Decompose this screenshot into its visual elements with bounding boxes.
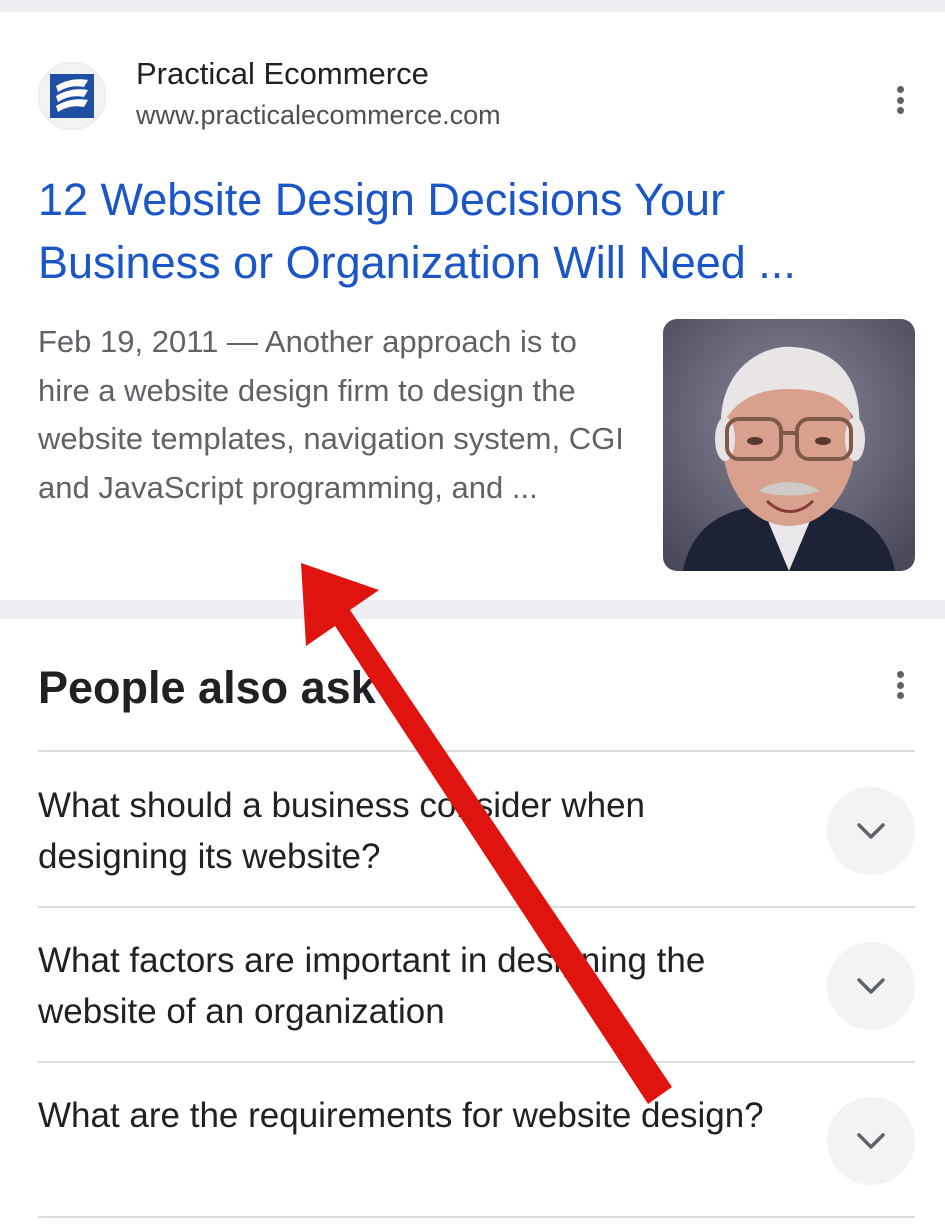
divider (38, 906, 915, 908)
site-favicon-icon[interactable] (38, 62, 106, 130)
chevron-down-icon (857, 1133, 885, 1149)
result-more-options-icon[interactable] (888, 80, 912, 120)
paa-question-2[interactable]: What factors are important in designing … (38, 935, 798, 1037)
section-separator (0, 600, 945, 619)
search-result-card: Practical Ecommerce www.practicalecommer… (0, 12, 945, 600)
top-separator (0, 0, 945, 12)
divider (38, 1216, 915, 1218)
chevron-down-icon (857, 978, 885, 994)
result-snippet: Feb 19, 2011 — Another approach is to hi… (38, 324, 624, 505)
expand-question-3-button[interactable] (827, 1097, 915, 1185)
result-title-link[interactable]: 12 Website Design Decisions Your Busines… (38, 168, 878, 294)
expand-question-2-button[interactable] (827, 942, 915, 1030)
expand-question-1-button[interactable] (827, 787, 915, 875)
paa-more-options-icon[interactable] (888, 665, 912, 705)
divider (38, 1061, 915, 1063)
divider (38, 750, 915, 752)
site-url[interactable]: www.practicalecommerce.com (136, 100, 501, 131)
people-also-ask-heading: People also ask (38, 662, 376, 713)
result-thumbnail-image[interactable] (663, 319, 915, 571)
site-name[interactable]: Practical Ecommerce (136, 56, 429, 92)
chevron-down-icon (857, 823, 885, 839)
paa-question-1[interactable]: What should a business consider when des… (38, 780, 798, 882)
paa-question-3[interactable]: What are the requirements for website de… (38, 1090, 798, 1141)
